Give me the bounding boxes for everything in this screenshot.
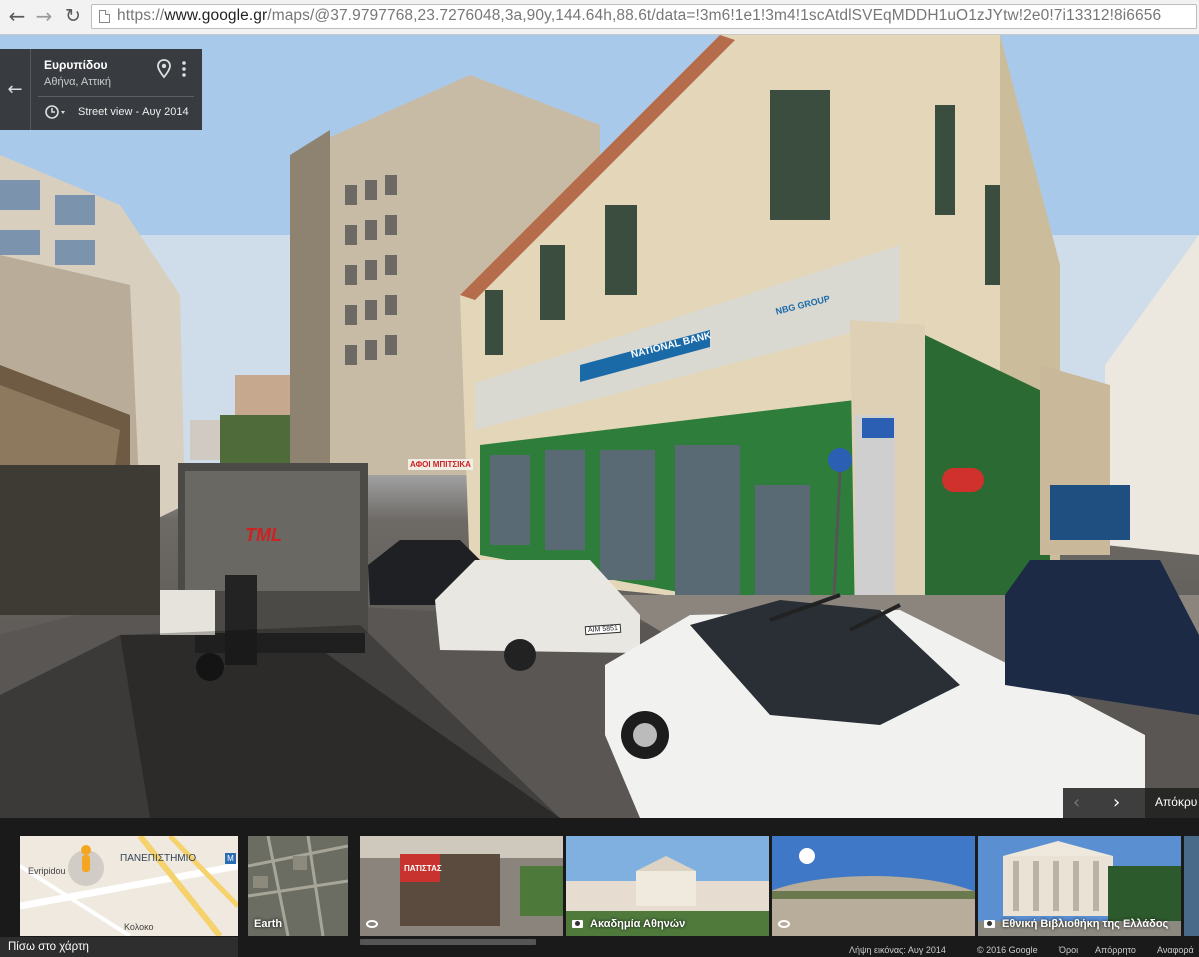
forward-arrow-icon[interactable]: →	[33, 5, 55, 27]
report-link[interactable]: Αναφορά	[1157, 945, 1194, 957]
thumb-caption: Ακαδημία Αθηνών	[572, 918, 685, 930]
shop-sign-text: ΑΦΟΙ ΜΠΙΤΣΙΚΑ	[408, 459, 473, 470]
back-arrow-icon[interactable]: ←	[0, 49, 31, 130]
privacy-link[interactable]: Απόρρητο	[1095, 945, 1136, 957]
divider	[38, 96, 194, 97]
minimap-drawing	[20, 836, 238, 936]
shop-drawing	[360, 836, 563, 936]
terms-link[interactable]: Όροι	[1059, 945, 1078, 957]
map-label-evripidou: Evripidou	[28, 866, 66, 876]
chevron-right-icon[interactable]: ›	[1113, 792, 1120, 813]
minimap-thumb[interactable]: ΠΑΝΕΠΙΣΤΗΜΙΟ M Evripidou Κολοκο	[20, 836, 238, 936]
map-label-kolokotroni: Κολοκο	[124, 922, 154, 932]
panorama-icon	[366, 920, 378, 929]
back-arrow-icon[interactable]: ←	[6, 5, 28, 27]
thumb-caption: Εθνική Βιβλιοθήκη της Ελλάδος	[984, 918, 1168, 930]
metro-icon: M	[225, 853, 236, 864]
imagery-pager: ‹ › Απόκρυ	[1063, 788, 1199, 818]
academy-thumb[interactable]: Ακαδημία Αθηνών	[566, 836, 769, 936]
shop-sign-thumb: ΠΑΤΙΣΤΑΣ	[404, 864, 442, 873]
location-info-card: ← Ευρυπίδου Αθήνα, Αττική Street view - …	[0, 49, 202, 130]
address-bar[interactable]: https://www.google.gr/maps/@37.9797768,2…	[91, 4, 1197, 29]
panorama-thumb[interactable]	[772, 836, 975, 936]
copyright-footer: © 2016 Google	[977, 945, 1038, 955]
camera-icon	[572, 920, 583, 929]
hide-imagery-button[interactable]: Απόκρυ	[1155, 795, 1197, 809]
url-text: https://www.google.gr/maps/@37.9797768,2…	[117, 7, 1162, 24]
location-subtitle: Αθήνα, Αττική	[44, 76, 112, 88]
street-view-panorama[interactable]: NATIONAL BANK NBG GROUP TML ΑΦΟΙ ΜΠΙΤΣΙΚ…	[0, 35, 1199, 818]
streetview-thumb[interactable]: ΠΑΤΙΣΤΑΣ	[360, 836, 563, 936]
location-title: Ευρυπίδου	[44, 58, 108, 72]
library-thumb[interactable]: Εθνική Βιβλιοθήκη της Ελλάδος	[978, 836, 1181, 936]
back-to-map-button[interactable]: Πίσω στο χάρτη	[0, 937, 238, 957]
truck-logo-text: TML	[245, 525, 282, 545]
thumb-caption	[366, 918, 384, 930]
panorama-icon	[778, 920, 790, 929]
image-date-footer: Λήψη εικόνας: Αυγ 2014	[849, 945, 946, 955]
time-travel-icon[interactable]	[44, 104, 66, 120]
street-scene-drawing	[0, 35, 1199, 818]
chevron-left-icon[interactable]: ‹	[1073, 792, 1080, 813]
partial-thumb[interactable]	[1184, 836, 1199, 936]
filmstrip-scrollbar[interactable]	[360, 939, 536, 945]
more-options-icon[interactable]	[180, 59, 188, 79]
panorama-drawing	[772, 836, 975, 936]
reload-icon[interactable]: ↻	[62, 5, 84, 27]
map-pin-icon[interactable]	[156, 59, 172, 79]
street-view-date: Street view - Αυγ 2014	[78, 106, 189, 118]
thumb-caption	[778, 918, 796, 930]
thumb-caption: Earth	[254, 918, 283, 930]
browser-toolbar: ← → ↻ https://www.google.gr/maps/@37.979…	[0, 0, 1199, 35]
page-icon	[99, 10, 110, 23]
camera-icon	[984, 920, 995, 929]
map-label-panepistimio: ΠΑΝΕΠΙΣΤΗΜΙΟ	[120, 853, 197, 864]
earth-thumb[interactable]: Earth	[248, 836, 348, 936]
